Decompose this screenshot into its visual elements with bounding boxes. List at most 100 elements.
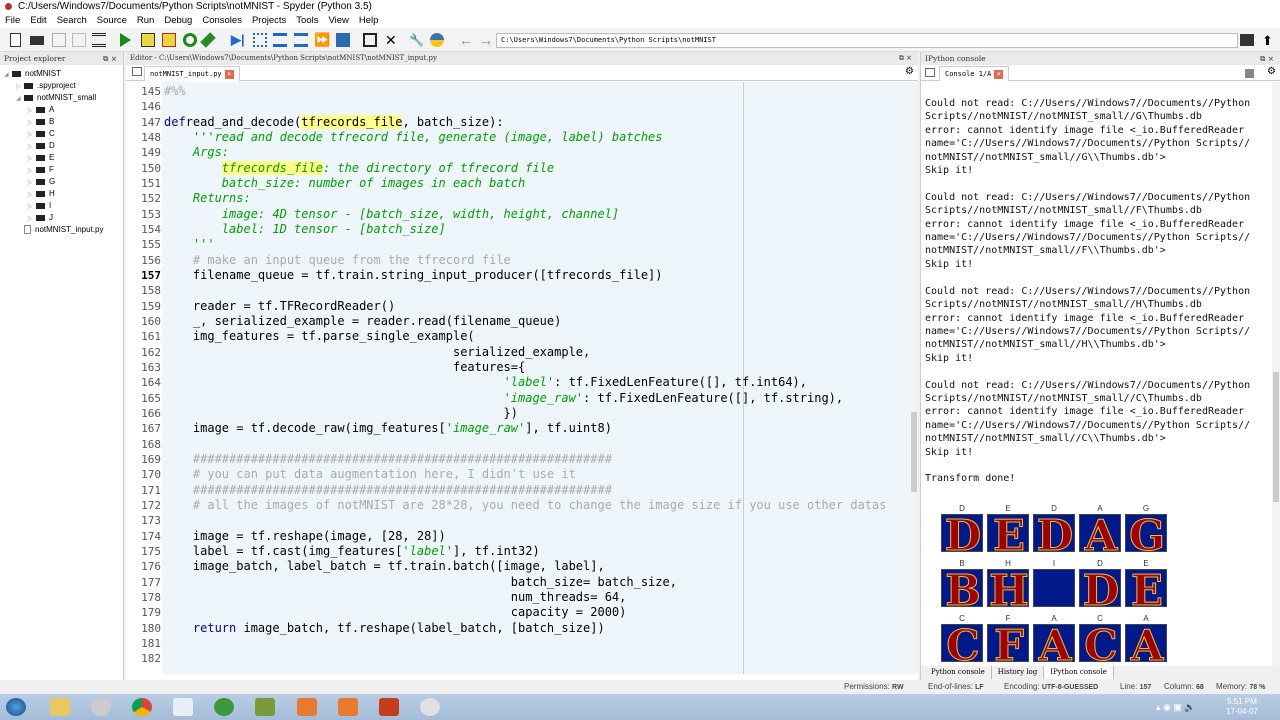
svg-text:D: D xyxy=(1083,570,1119,607)
console-scrollbar[interactable] xyxy=(1272,82,1280,666)
editor-scrollbar[interactable] xyxy=(910,82,918,674)
tree-item[interactable]: notMNIST_input.py xyxy=(0,224,123,236)
powerpoint-taskbar-icon[interactable] xyxy=(379,698,399,716)
tree-item[interactable]: ▷ H xyxy=(0,188,123,200)
explorer-taskbar-icon[interactable] xyxy=(50,698,70,716)
console-header: IPython console ⧉ × xyxy=(921,52,1280,65)
line-number-gutter: 145 146 147 148 149 150 151 152 153 154 155 156 157 1… xyxy=(126,82,162,674)
step-return-icon[interactable] xyxy=(294,33,308,47)
editor-taskbar-icon[interactable] xyxy=(255,698,275,716)
back-arrow-icon[interactable]: ← xyxy=(459,33,473,47)
tab-history-log[interactable]: History log xyxy=(992,666,1045,679)
sample-image: EE xyxy=(1125,559,1167,607)
notepad-taskbar-icon[interactable] xyxy=(173,698,193,716)
tree-item[interactable]: ▷ I xyxy=(0,200,123,212)
parent-directory-icon[interactable]: ⬆ xyxy=(1262,33,1273,49)
expanded-arrow-icon[interactable]: ◢ xyxy=(4,69,12,81)
code-area[interactable]: 145 146 147 148 149 150 151 152 153 154 155 156 157 1… xyxy=(126,82,912,674)
tab-console-1a[interactable]: Console 1/A × xyxy=(939,66,1010,81)
tab-python-console[interactable]: Python console xyxy=(925,666,992,679)
menu-search[interactable]: Search xyxy=(52,14,92,28)
maximize-pane-icon[interactable] xyxy=(363,33,377,47)
app-taskbar-icon[interactable] xyxy=(91,698,111,716)
tab-notmnist-input[interactable]: notMNIST_input.py × xyxy=(144,66,240,81)
chrome-taskbar-icon[interactable] xyxy=(132,698,152,716)
tree-item[interactable]: ▷ F xyxy=(0,164,123,176)
menu-run[interactable]: Run xyxy=(132,14,159,28)
menu-file[interactable]: File xyxy=(0,14,25,28)
code-token: }) xyxy=(164,405,519,420)
menu-debug[interactable]: Debug xyxy=(159,14,197,28)
step-icon[interactable] xyxy=(253,33,267,47)
console-options-gear-icon[interactable]: ⚙ xyxy=(1267,66,1276,77)
spyder-taskbar-icon[interactable] xyxy=(420,698,440,716)
close-pane-icon[interactable]: ⧉ × xyxy=(103,52,117,65)
browse-tabs-icon[interactable] xyxy=(925,68,935,77)
stop-icon[interactable] xyxy=(336,33,350,47)
tab-ipython-console[interactable]: IPython console xyxy=(1044,666,1114,679)
working-directory-input[interactable]: C:\Users\Windows7\Documents\Python Scrip… xyxy=(496,33,1238,48)
python-path-icon[interactable] xyxy=(430,33,444,47)
run-cell-icon[interactable] xyxy=(141,33,155,47)
sample-glyph-image: D xyxy=(941,514,983,552)
menu-help[interactable]: Help xyxy=(354,14,384,28)
expanded-arrow-icon[interactable]: ◢ xyxy=(16,93,24,105)
browse-folder-icon[interactable] xyxy=(1240,34,1254,46)
code-token: filename_queue = tf.train.string_input_p… xyxy=(164,267,663,282)
list-icon[interactable] xyxy=(92,33,106,47)
tree-item[interactable]: ▷ B xyxy=(0,116,123,128)
interrupt-stop-icon[interactable] xyxy=(1245,69,1254,78)
menu-view[interactable]: View xyxy=(323,14,353,28)
fullscreen-icon[interactable]: ✕ xyxy=(385,33,399,47)
preferences-wrench-icon[interactable]: 🔧 xyxy=(409,33,424,47)
menu-edit[interactable]: Edit xyxy=(25,14,51,28)
line-number: 164 xyxy=(141,376,161,390)
code-token: read_and_decode( xyxy=(185,114,302,129)
line-number: 150 xyxy=(141,161,161,175)
tree-item-label: notMNIST_small xyxy=(37,93,97,102)
menu-projects[interactable]: Projects xyxy=(247,14,291,28)
step-into-icon[interactable] xyxy=(273,33,287,47)
app-orange2-taskbar-icon[interactable] xyxy=(338,698,358,716)
continue-icon[interactable]: ⏩ xyxy=(314,33,330,47)
tree-item[interactable]: ▷ G xyxy=(0,176,123,188)
run-cell-advance-icon[interactable] xyxy=(162,33,176,47)
editor-options-gear-icon[interactable]: ⚙ xyxy=(905,66,914,77)
run-icon[interactable] xyxy=(120,33,131,47)
tree-item[interactable]: ▷ D xyxy=(0,140,123,152)
save-icon[interactable] xyxy=(52,33,66,47)
start-button-icon[interactable] xyxy=(6,698,26,716)
close-pane-icon[interactable]: ⧉ × xyxy=(1260,52,1274,65)
tree-item[interactable]: ▷ .spyproject xyxy=(0,80,123,92)
tree-item[interactable]: ▷ C xyxy=(0,128,123,140)
app-orange-taskbar-icon[interactable] xyxy=(297,698,317,716)
line-number: 163 xyxy=(141,360,161,374)
close-tab-icon[interactable]: × xyxy=(224,69,234,79)
tree-item[interactable]: ◢ notMNIST_small xyxy=(0,92,123,104)
menu-tools[interactable]: Tools xyxy=(291,14,323,28)
menu-consoles[interactable]: Consoles xyxy=(197,14,247,28)
new-file-icon[interactable] xyxy=(10,33,21,47)
rerun-icon[interactable] xyxy=(183,33,197,47)
utorrent-taskbar-icon[interactable] xyxy=(214,698,234,716)
debug-icon[interactable]: ▶| xyxy=(231,33,245,47)
close-tab-icon[interactable]: × xyxy=(994,69,1004,79)
tree-item[interactable]: ▷ A xyxy=(0,104,123,116)
sample-glyph-image: E xyxy=(987,514,1029,552)
tree-item[interactable]: ▷ E xyxy=(0,152,123,164)
browse-tabs-icon[interactable] xyxy=(132,67,142,76)
menu-source[interactable]: Source xyxy=(92,14,132,28)
tree-item[interactable]: ◢ notMNIST xyxy=(0,68,123,80)
close-pane-icon[interactable]: ⧉ × xyxy=(899,52,912,65)
menu-bar: File Edit Search Source Run Debug Consoles Proj… xyxy=(0,14,1280,28)
folder-icon xyxy=(36,166,45,173)
tree-item[interactable]: ▷ J xyxy=(0,212,123,224)
tree-item-label: D xyxy=(49,141,55,150)
forward-arrow-icon[interactable]: → xyxy=(479,33,493,47)
open-file-icon[interactable] xyxy=(30,36,44,45)
editor-header: Editor - C:\Users\Windows7\Documents\Pyt… xyxy=(126,52,918,65)
run-selection-icon[interactable] xyxy=(200,32,216,48)
clock[interactable]: 5:51 PM 17-04-07 xyxy=(1226,697,1258,717)
tray-icons[interactable]: ▴ ◉ ▣ 🔈 xyxy=(1156,702,1196,713)
save-all-icon[interactable] xyxy=(72,33,86,47)
